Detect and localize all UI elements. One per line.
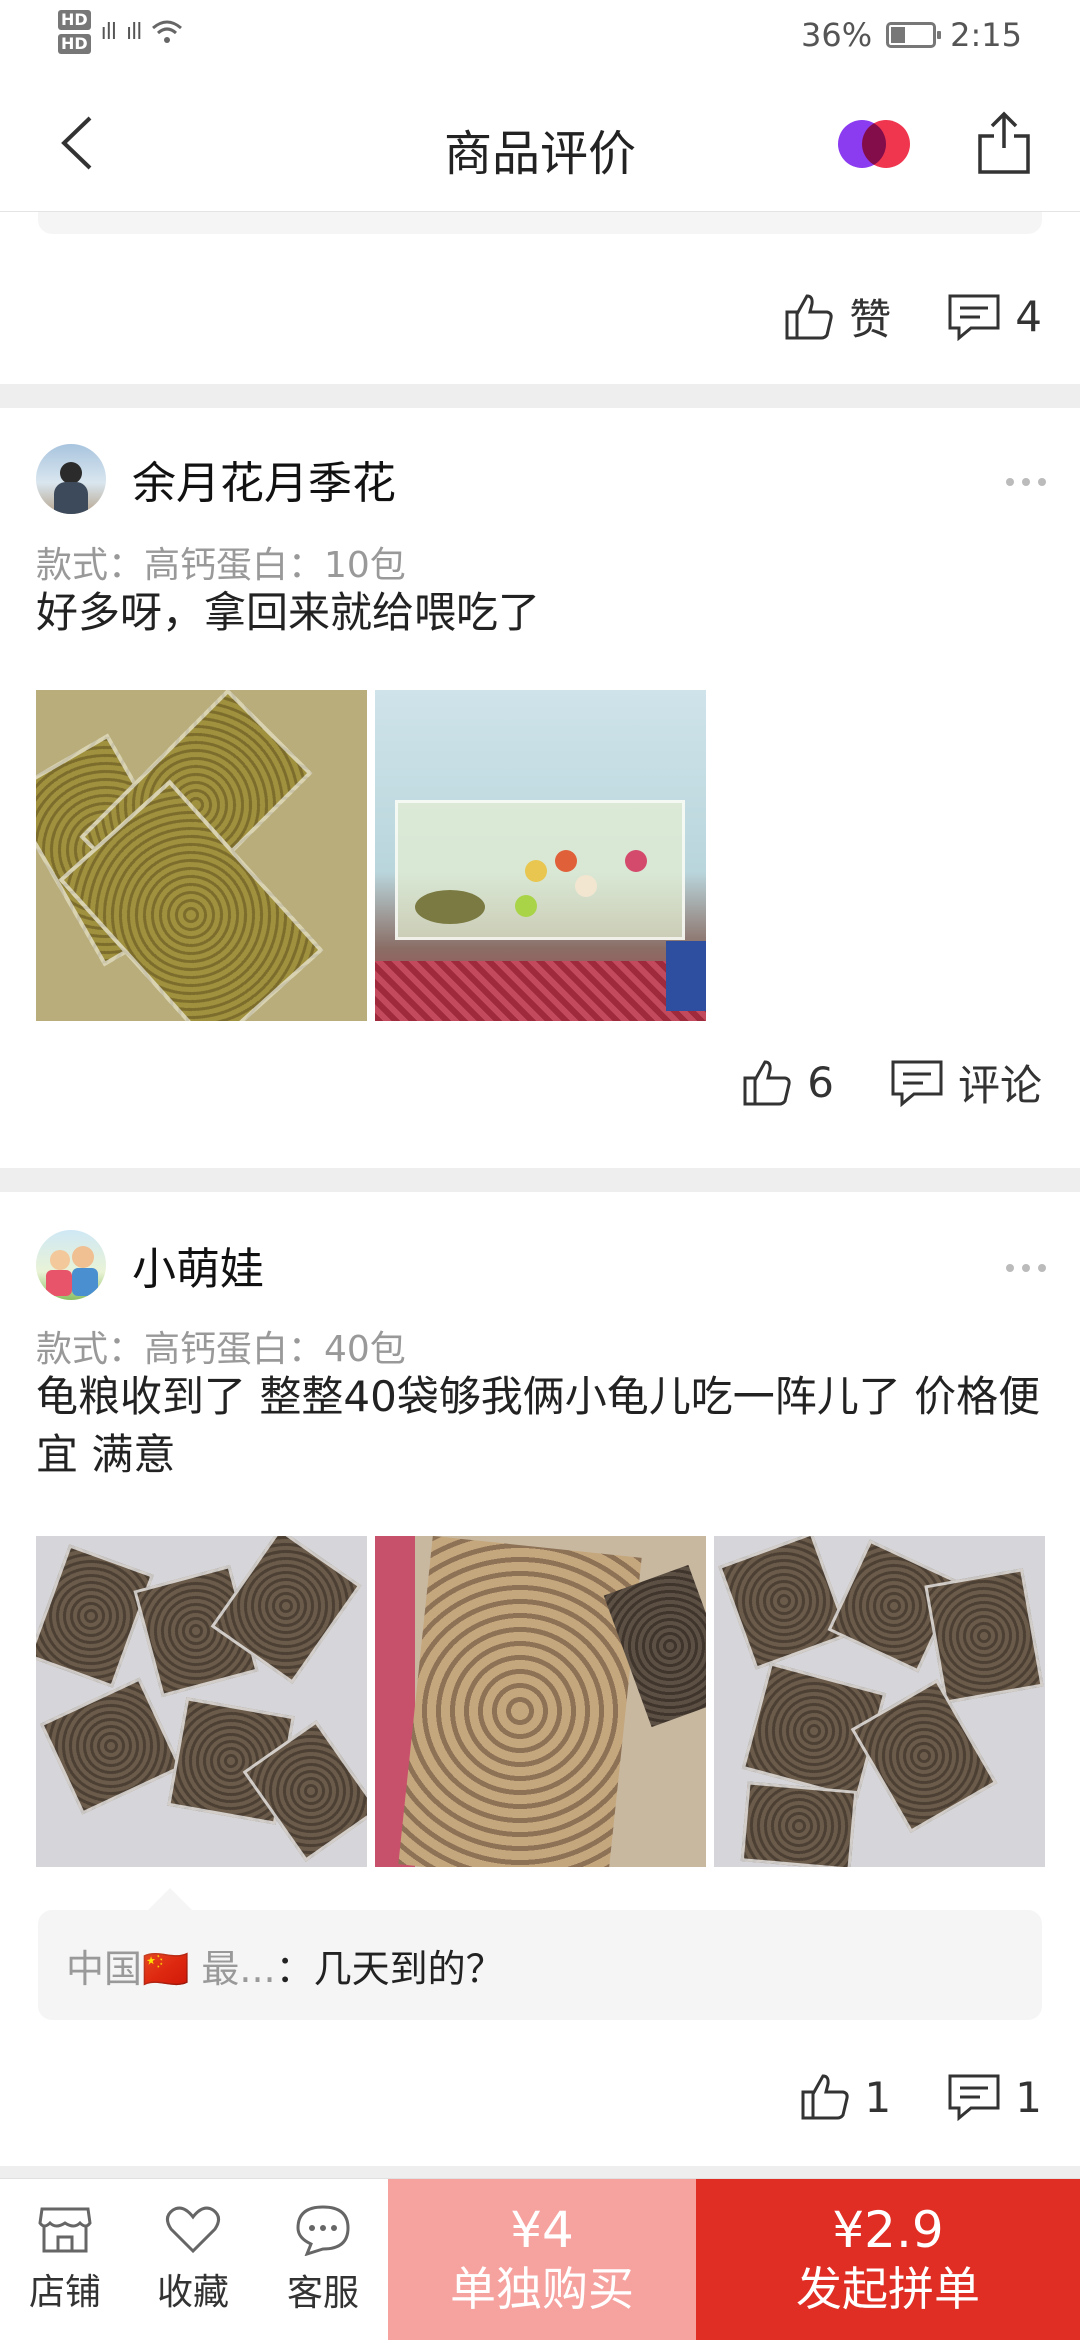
hd-icon: HD HD	[58, 10, 91, 54]
group-label: 发起拼单	[796, 2262, 980, 2316]
status-indicators: HD HD ıll ıll	[58, 10, 183, 54]
single-label: 单独购买	[450, 2262, 634, 2316]
store-tab[interactable]: 店铺	[0, 2179, 130, 2340]
single-price: ¥4	[510, 2201, 574, 2259]
nav-header: 商品评价	[0, 74, 1080, 212]
avatar[interactable]	[36, 1230, 106, 1300]
chat-bubble-icon	[296, 2205, 350, 2256]
bottom-action-bar: 店铺 收藏 客服 ¥4 单独购买 ¥2.9 发起拼单	[0, 2178, 1080, 2340]
comment-count: 4	[1015, 292, 1042, 341]
like-count: 6	[807, 1058, 834, 1107]
user-row: 小萌娃	[36, 1230, 264, 1300]
comment-icon	[948, 294, 1000, 341]
like-button[interactable]: 1	[799, 2072, 892, 2122]
review-photos	[36, 1536, 1045, 1867]
comment-icon	[891, 1060, 943, 1107]
reply-box[interactable]: 中国🇨🇳 最...：几天到的？	[38, 1888, 1042, 2020]
product-spec: 款式：高钙蛋白：10包	[36, 545, 406, 586]
review-card: 余月花月季花 款式：高钙蛋白：10包 好多呀，拿回来就给喂吃了 6 评论	[0, 408, 1080, 1168]
status-right: 36% 2:15	[801, 16, 1022, 54]
user-row: 余月花月季花	[36, 444, 396, 514]
product-spec: 款式：高钙蛋白：40包	[36, 1329, 406, 1370]
signal-icon: ıll	[100, 19, 117, 45]
reply-text: 中国🇨🇳 最...：几天到的？	[66, 1938, 504, 1993]
review-photo[interactable]	[36, 1536, 367, 1867]
thumbs-up-icon	[785, 293, 833, 339]
battery-percent: 36%	[801, 16, 873, 54]
group-buy-button[interactable]: ¥2.9 发起拼单	[696, 2179, 1080, 2340]
page-title: 商品评价	[443, 126, 636, 182]
reply-content: 几天到的？	[313, 1947, 504, 1991]
reply-separator: ：	[275, 1947, 314, 1991]
store-icon	[38, 2207, 92, 2253]
comment-button[interactable]: 评论	[890, 1052, 1042, 1113]
more-icon[interactable]	[1006, 478, 1046, 486]
comment-count: 1	[1015, 2072, 1042, 2122]
brand-logo-icon[interactable]	[838, 120, 910, 168]
store-label: 店铺	[28, 2272, 101, 2313]
comment-button[interactable]: 4	[947, 292, 1042, 341]
service-tab[interactable]: 客服	[258, 2179, 388, 2340]
thumbs-up-icon	[743, 1059, 791, 1105]
comment-icon	[948, 2074, 1000, 2121]
username: 小萌娃	[132, 1244, 264, 1295]
review-actions: 6 评论	[741, 1052, 1042, 1113]
like-count: 1	[864, 2072, 892, 2122]
review-actions: 1 1	[799, 2072, 1042, 2122]
thumbs-up-icon	[801, 2074, 849, 2120]
review-text: 好多呀，拿回来就给喂吃了	[36, 588, 541, 637]
buy-alone-button[interactable]: ¥4 单独购买	[388, 2179, 696, 2340]
username: 余月花月季花	[132, 458, 396, 509]
heart-icon	[166, 2206, 220, 2254]
more-icon[interactable]	[1006, 1264, 1046, 1272]
like-button[interactable]: 赞	[783, 286, 891, 347]
review-photo[interactable]	[714, 1536, 1045, 1867]
review-actions: 赞 4	[783, 286, 1042, 347]
share-icon[interactable]	[976, 110, 1032, 176]
status-bar: HD HD ıll ıll 36% 2:15	[0, 0, 1080, 74]
favorite-label: 收藏	[156, 2272, 229, 2313]
battery-icon	[886, 22, 942, 48]
comment-label: 评论	[957, 1061, 1042, 1110]
avatar[interactable]	[36, 444, 106, 514]
wifi-icon	[152, 20, 183, 43]
review-photo[interactable]	[36, 690, 367, 1021]
review-photos	[36, 690, 706, 1021]
like-button[interactable]: 6	[741, 1058, 834, 1108]
review-card-previous: 赞 4	[0, 212, 1080, 384]
comment-button[interactable]: 1	[947, 2073, 1042, 2122]
reply-box	[38, 212, 1042, 234]
review-text: 龟粮收到了 整整40袋够我俩小龟儿吃一阵儿了 价格便宜 满意	[36, 1372, 1041, 1479]
reply-user: 中国🇨🇳 最...	[66, 1947, 276, 1991]
review-photo[interactable]	[375, 690, 706, 1021]
clock: 2:15	[950, 16, 1022, 54]
like-label: 赞	[849, 295, 892, 344]
group-price: ¥2.9	[832, 2201, 944, 2259]
service-label: 客服	[286, 2273, 359, 2314]
review-card: 小萌娃 款式：高钙蛋白：40包 龟粮收到了 整整40袋够我俩小龟儿吃一阵儿了 价…	[0, 1192, 1080, 2166]
signal-icon: ıll	[126, 19, 142, 45]
favorite-tab[interactable]: 收藏	[128, 2179, 258, 2340]
review-photo[interactable]	[375, 1536, 706, 1867]
